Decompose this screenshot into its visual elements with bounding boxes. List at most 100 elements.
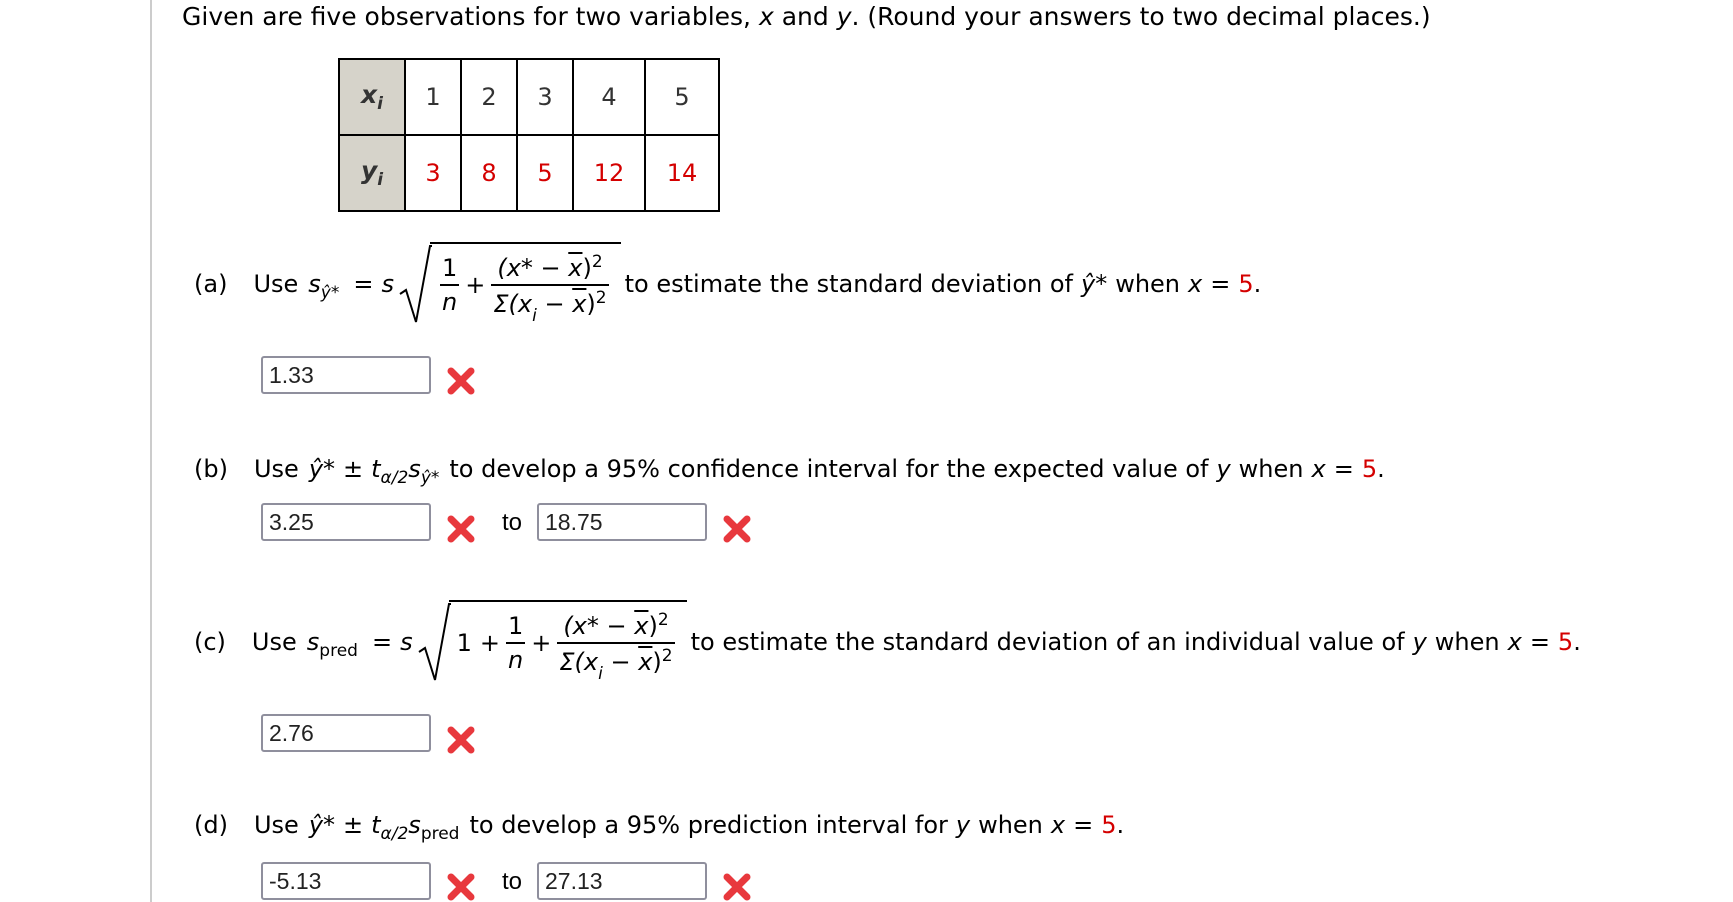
formula-s: s [308, 270, 321, 298]
use-text: Use [253, 811, 299, 839]
observations-table: xi 1 2 3 4 5 yi 3 8 5 12 14 [338, 58, 720, 212]
part-label: (d) [194, 811, 228, 839]
xbar: x [638, 648, 653, 676]
part-label: (c) [194, 628, 226, 656]
paren: ) [648, 612, 658, 640]
when-text: when [1238, 455, 1304, 483]
given-x-value: 5 [1557, 628, 1574, 656]
formula-subscript: ŷ* [420, 468, 440, 488]
formula-t: t [371, 811, 381, 839]
numerator: 1 [507, 612, 524, 640]
incorrect-x-icon [447, 873, 475, 901]
fraction-one-over-n: 1n [505, 612, 526, 674]
description-text: to develop a 95% prediction interval for [469, 811, 948, 839]
table-cell-y: 5 [516, 134, 574, 212]
subscript-i: i [598, 664, 603, 684]
formula-yhat: ŷ* [308, 455, 336, 483]
formula-s: s [408, 455, 421, 483]
when-text: when [1434, 628, 1500, 656]
exponent: 2 [661, 646, 673, 666]
intro-text: Given are five observations for two vari… [182, 2, 759, 31]
formula-subscript-pred: pred [420, 824, 460, 844]
numerator: 1 [441, 254, 458, 282]
incorrect-x-icon [447, 515, 475, 543]
answer-c-input[interactable]: 2.76 [261, 714, 431, 752]
period: . [1253, 270, 1262, 298]
to-label: to [502, 868, 523, 895]
plus-minus: ± [343, 811, 364, 839]
incorrect-x-icon [447, 367, 475, 395]
var-y: y [1412, 628, 1427, 656]
xbar: x [568, 254, 583, 282]
part-b-prompt: (b) Use ŷ* ± t α/2 s ŷ* to develop a 95% co… [194, 455, 1385, 488]
intro-text: and [773, 2, 837, 31]
use-text: Use [253, 270, 299, 298]
var-x: x [1311, 455, 1326, 483]
plus-minus: ± [343, 455, 364, 483]
alpha-half-subscript: α/2 [380, 468, 409, 488]
fraction-one-over-n: 1n [439, 254, 460, 316]
formula-yhat: ŷ* [308, 811, 336, 839]
numerator: (x* − x)2 [561, 610, 670, 642]
period: . [1573, 628, 1581, 656]
period: . [1377, 455, 1385, 483]
answer-a-input[interactable]: 1.33 [261, 356, 431, 394]
minus: − [536, 290, 573, 318]
when-text: when [1115, 270, 1181, 298]
row-header-x: xi [338, 58, 406, 136]
equals-sign: = [1210, 270, 1231, 298]
exponent: 2 [591, 252, 603, 272]
xbar: x [634, 612, 649, 640]
numerator: (x* − x)2 [495, 252, 604, 284]
plus-sign: + [531, 629, 552, 657]
given-x-value: 5 [1238, 270, 1254, 298]
page-left-border [150, 0, 152, 902]
answer-b-upper-input[interactable]: 18.75 [537, 503, 707, 541]
table-cell-y: 3 [404, 134, 462, 212]
question-intro: Given are five observations for two vari… [182, 2, 1431, 31]
row-header-subscript: i [377, 170, 384, 190]
denominator: n [442, 288, 458, 316]
equals-sign: = [1333, 455, 1354, 483]
formula-equals: = [353, 270, 374, 298]
radical-sign-icon [418, 603, 451, 681]
formula-subscript: ŷ* [320, 283, 340, 303]
plus-sign: + [465, 271, 486, 299]
formula-equals: = [371, 628, 393, 656]
paren: ) [586, 290, 596, 318]
paren: ) [582, 254, 592, 282]
answer-b-lower-input[interactable]: 3.25 [261, 503, 431, 541]
square-root: 1 + 1n + (x* − x)2 Σ(xi − x)2 [417, 600, 687, 684]
table-cell-x: 1 [404, 58, 462, 136]
description-text: to estimate the standard deviation of [624, 270, 1073, 298]
incorrect-x-icon [447, 726, 475, 754]
part-a-prompt: (a) Use s ŷ* = s 1n + (x* − x)2 Σ(xi − x)… [194, 242, 1262, 326]
answer-d-lower-input[interactable]: -5.13 [261, 862, 431, 900]
row-header-y: yi [338, 134, 406, 212]
table-row-x: xi 1 2 3 4 5 [338, 58, 720, 136]
intro-var-x: x [758, 2, 774, 31]
part-label: (a) [194, 270, 228, 298]
square-root: 1n + (x* − x)2 Σ(xi − x)2 [398, 242, 621, 326]
num-text: (x* − [497, 254, 569, 282]
table-cell-y: 14 [644, 134, 720, 212]
row-header-label: y [360, 156, 378, 185]
table-cell-x: 5 [644, 58, 720, 136]
denominator: Σ(xi − x)2 [557, 644, 674, 684]
alpha-half-subscript: α/2 [380, 824, 409, 844]
fraction-deviation: (x* − x)2 Σ(xi − x)2 [557, 610, 675, 684]
table-cell-y: 12 [572, 134, 646, 212]
use-text: Use [253, 455, 299, 483]
xbar: x [572, 290, 587, 318]
den-text: Σ(x [493, 290, 533, 318]
to-label: to [502, 509, 523, 536]
formula-subscript-pred: pred [319, 641, 358, 661]
answer-d-upper-input[interactable]: 27.13 [537, 862, 707, 900]
given-x-value: 5 [1101, 811, 1117, 839]
description-text: to estimate the standard deviation of an… [690, 628, 1405, 656]
num-text: (x* − [563, 612, 635, 640]
exponent: 2 [657, 610, 669, 630]
term-one: 1 [456, 629, 472, 657]
exponent: 2 [595, 288, 607, 308]
table-cell-x: 4 [572, 58, 646, 136]
